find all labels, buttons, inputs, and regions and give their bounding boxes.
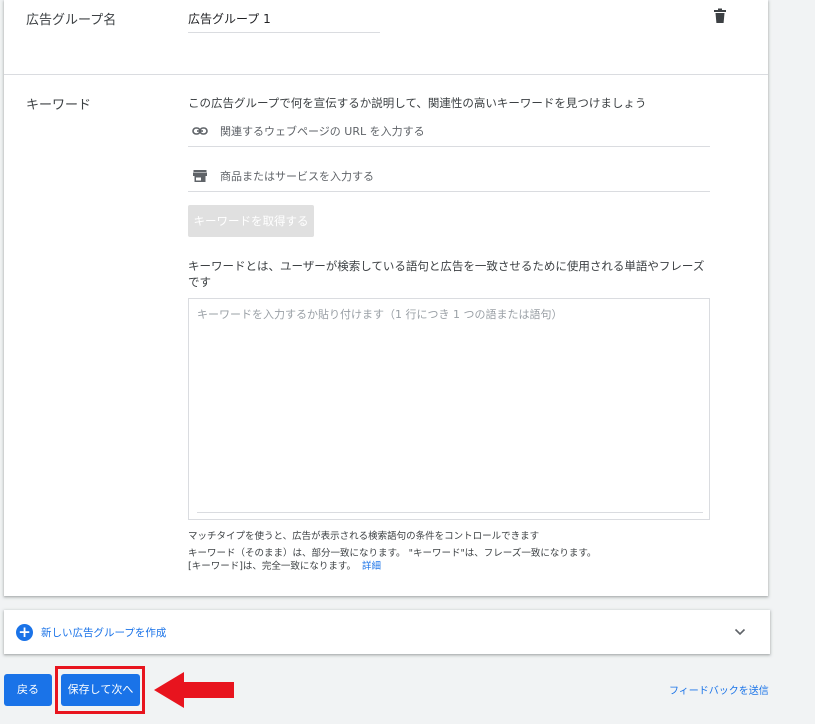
ad-group-name-label: 広告グループ名 xyxy=(26,13,117,28)
new-ad-group-card[interactable]: + 新しい広告グループを作成 xyxy=(4,610,770,654)
store-icon xyxy=(193,170,207,182)
back-button[interactable]: 戻る xyxy=(4,674,52,706)
red-arrow-annotation xyxy=(154,672,234,708)
details-link[interactable]: 詳細 xyxy=(362,561,381,572)
url-input-placeholder: 関連するウェブページの URL を入力する xyxy=(220,125,425,138)
product-input[interactable]: 商品またはサービスを入力する xyxy=(188,163,710,192)
url-input[interactable]: 関連するウェブページの URL を入力する xyxy=(188,118,710,147)
ad-group-name-input[interactable]: 広告グループ 1 xyxy=(188,10,380,33)
ad-group-card: 広告グループ名 広告グループ 1 キーワード この広告グループで何を宣伝するか説… xyxy=(4,0,768,596)
match-type-help: マッチタイプを使うと、広告が表示される検索語句の条件をコントロールできます xyxy=(188,531,540,542)
chevron-down-icon[interactable] xyxy=(734,626,746,638)
broad-phrase-help: キーワード（そのまま）は、部分一致になります。 "キーワード"は、フレーズ一致に… xyxy=(188,548,597,559)
keywords-textarea-placeholder: キーワードを入力するか貼り付けます（1 行につき 1 つの語または語句） xyxy=(197,308,563,321)
plus-circle-icon: + xyxy=(16,624,33,641)
save-and-next-button[interactable]: 保存して次へ xyxy=(61,674,140,706)
keyword-definition: キーワードとは、ユーザーが検索している語句と広告を一致させるために使用される単語… xyxy=(188,259,705,289)
link-icon xyxy=(192,127,208,135)
keywords-label: キーワード xyxy=(26,98,92,113)
exact-match-help-text: [キーワード]は、完全一致になります。 xyxy=(188,561,356,572)
feedback-link[interactable]: フィードバックを送信 xyxy=(669,682,769,697)
textarea-underline xyxy=(197,512,703,513)
new-ad-group-link[interactable]: 新しい広告グループを作成 xyxy=(41,625,166,640)
get-keywords-button[interactable]: キーワードを取得する xyxy=(188,205,314,237)
section-divider xyxy=(4,74,768,75)
keywords-description: この広告グループで何を宣伝するか説明して、関連性の高いキーワードを見つけましょう xyxy=(188,96,647,110)
keywords-textarea[interactable]: キーワードを入力するか貼り付けます（1 行につき 1 つの語または語句） xyxy=(188,298,710,520)
product-input-placeholder: 商品またはサービスを入力する xyxy=(220,170,374,183)
trash-icon[interactable] xyxy=(712,8,728,24)
exact-match-help: [キーワード]は、完全一致になります。 詳細 xyxy=(188,558,381,572)
